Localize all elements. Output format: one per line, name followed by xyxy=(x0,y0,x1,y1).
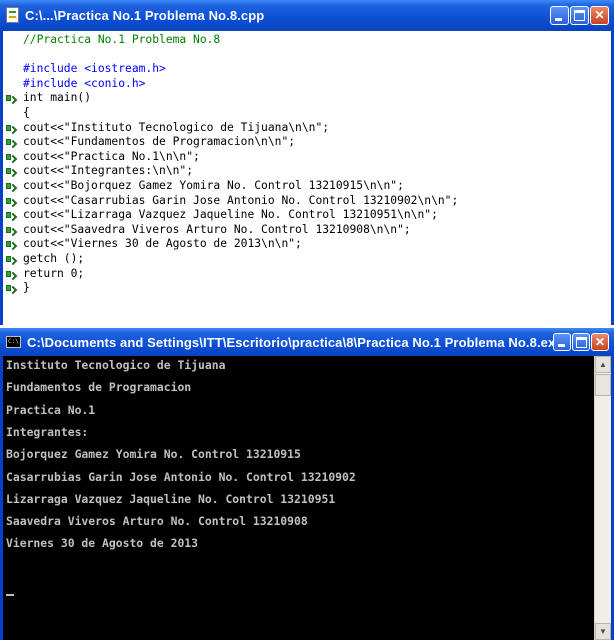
console-output[interactable]: Instituto Tecnologico de Tijuana Fundamen… xyxy=(3,356,594,640)
editor-maximize-button[interactable] xyxy=(570,6,589,25)
code-line: getch (); xyxy=(23,252,85,265)
code-line: cout<<"Lizarraga Vazquez Jaqueline No. C… xyxy=(23,208,438,222)
code-line: #include <iostream.h> xyxy=(23,62,166,76)
console-output-line: Integrantes: xyxy=(6,424,89,439)
code-line: int main() xyxy=(23,91,92,105)
minimize-icon xyxy=(555,18,562,21)
line-marker-icon xyxy=(5,166,17,177)
scroll-thumb[interactable] xyxy=(595,374,611,396)
text-cursor xyxy=(6,594,14,596)
code-line: cout<<"Instituto Tecnologico de Tijuana\… xyxy=(23,120,330,134)
console-maximize-button[interactable] xyxy=(572,333,590,351)
line-marker-icon xyxy=(5,269,17,280)
line-marker-icon xyxy=(5,283,17,294)
console-scrollbar[interactable]: ▲ ▼ xyxy=(594,356,611,640)
minimize-icon xyxy=(558,344,565,347)
code-line: cout<<"Integrantes:\n\n"; xyxy=(23,164,194,178)
console-window[interactable]: C:\ C:\Documents and Settings\ITT\Escrit… xyxy=(0,328,614,640)
line-marker-icon xyxy=(5,152,17,163)
console-close-button[interactable]: ✕ xyxy=(591,333,609,351)
console-output-line: Practica No.1 xyxy=(6,402,96,417)
line-marker-icon xyxy=(5,210,17,221)
code-line: cout<<"Viernes 30 de Agosto de 2013\n\n"… xyxy=(23,237,302,251)
line-marker-icon xyxy=(5,239,17,250)
console-output-line: Casarrubias Garin Jose Antonio No. Contr… xyxy=(6,469,356,484)
code-line: cout<<"Bojorquez Gamez Yomira No. Contro… xyxy=(23,179,404,192)
breakpoint-gutter[interactable] xyxy=(3,31,18,325)
code-line: cout<<"Saavedra Viveros Arturo No. Contr… xyxy=(23,222,411,236)
cpp-file-icon xyxy=(6,7,19,23)
console-minimize-button[interactable] xyxy=(553,333,571,351)
console-output-line: Fundamentos de Programacion xyxy=(6,380,192,395)
console-titlebar[interactable]: C:\ C:\Documents and Settings\ITT\Escrit… xyxy=(0,328,614,356)
editor-title: C:\...\Practica No.1 Problema No.8.cpp xyxy=(25,8,265,23)
editor-close-button[interactable]: ✕ xyxy=(590,6,609,25)
console-output-line: Bojorquez Gamez Yomira No. Control 13210… xyxy=(6,447,301,462)
line-marker-icon xyxy=(5,225,17,236)
line-marker-icon xyxy=(5,137,17,148)
maximize-icon xyxy=(574,10,585,21)
console-output-line: Instituto Tecnologico de Tijuana xyxy=(6,358,226,372)
line-marker-icon xyxy=(5,181,17,192)
line-marker-icon xyxy=(5,254,17,265)
code-line: cout<<"Casarrubias Garin Jose Antonio No… xyxy=(23,193,459,207)
code-line: { xyxy=(23,106,30,119)
code-editor[interactable]: //Practica No.1 Problema No.8 #include <i… xyxy=(3,31,608,325)
line-marker-icon xyxy=(5,93,17,104)
editor-minimize-button[interactable] xyxy=(550,6,569,25)
code-line: cout<<"Practica No.1\n\n"; xyxy=(23,149,200,163)
console-title: C:\Documents and Settings\ITT\Escritorio… xyxy=(27,335,563,350)
scroll-down-button[interactable]: ▼ xyxy=(595,623,611,640)
code-line: } xyxy=(23,281,30,295)
editor-window[interactable]: C:\...\Practica No.1 Problema No.8.cpp ✕… xyxy=(0,0,614,325)
console-output-line: Viernes 30 de Agosto de 2013 xyxy=(6,536,199,551)
code-line: cout<<"Fundamentos de Programacion\n\n"; xyxy=(23,135,296,149)
console-app-icon: C:\ xyxy=(6,336,21,348)
code-line: //Practica No.1 Problema No.8 xyxy=(23,33,221,46)
code-line: return 0; xyxy=(23,266,85,280)
console-output-line: Lizarraga Vazquez Jaqueline No. Control … xyxy=(6,491,336,506)
console-output-line: Saavedra Viveros Arturo No. Control 1321… xyxy=(6,514,308,529)
code-line: #include <conio.h> xyxy=(23,76,146,90)
scroll-up-button[interactable]: ▲ xyxy=(595,356,611,373)
editor-titlebar[interactable]: C:\...\Practica No.1 Problema No.8.cpp ✕ xyxy=(0,0,614,31)
line-marker-icon xyxy=(5,123,17,134)
maximize-icon xyxy=(576,337,587,348)
line-marker-icon xyxy=(5,196,17,207)
